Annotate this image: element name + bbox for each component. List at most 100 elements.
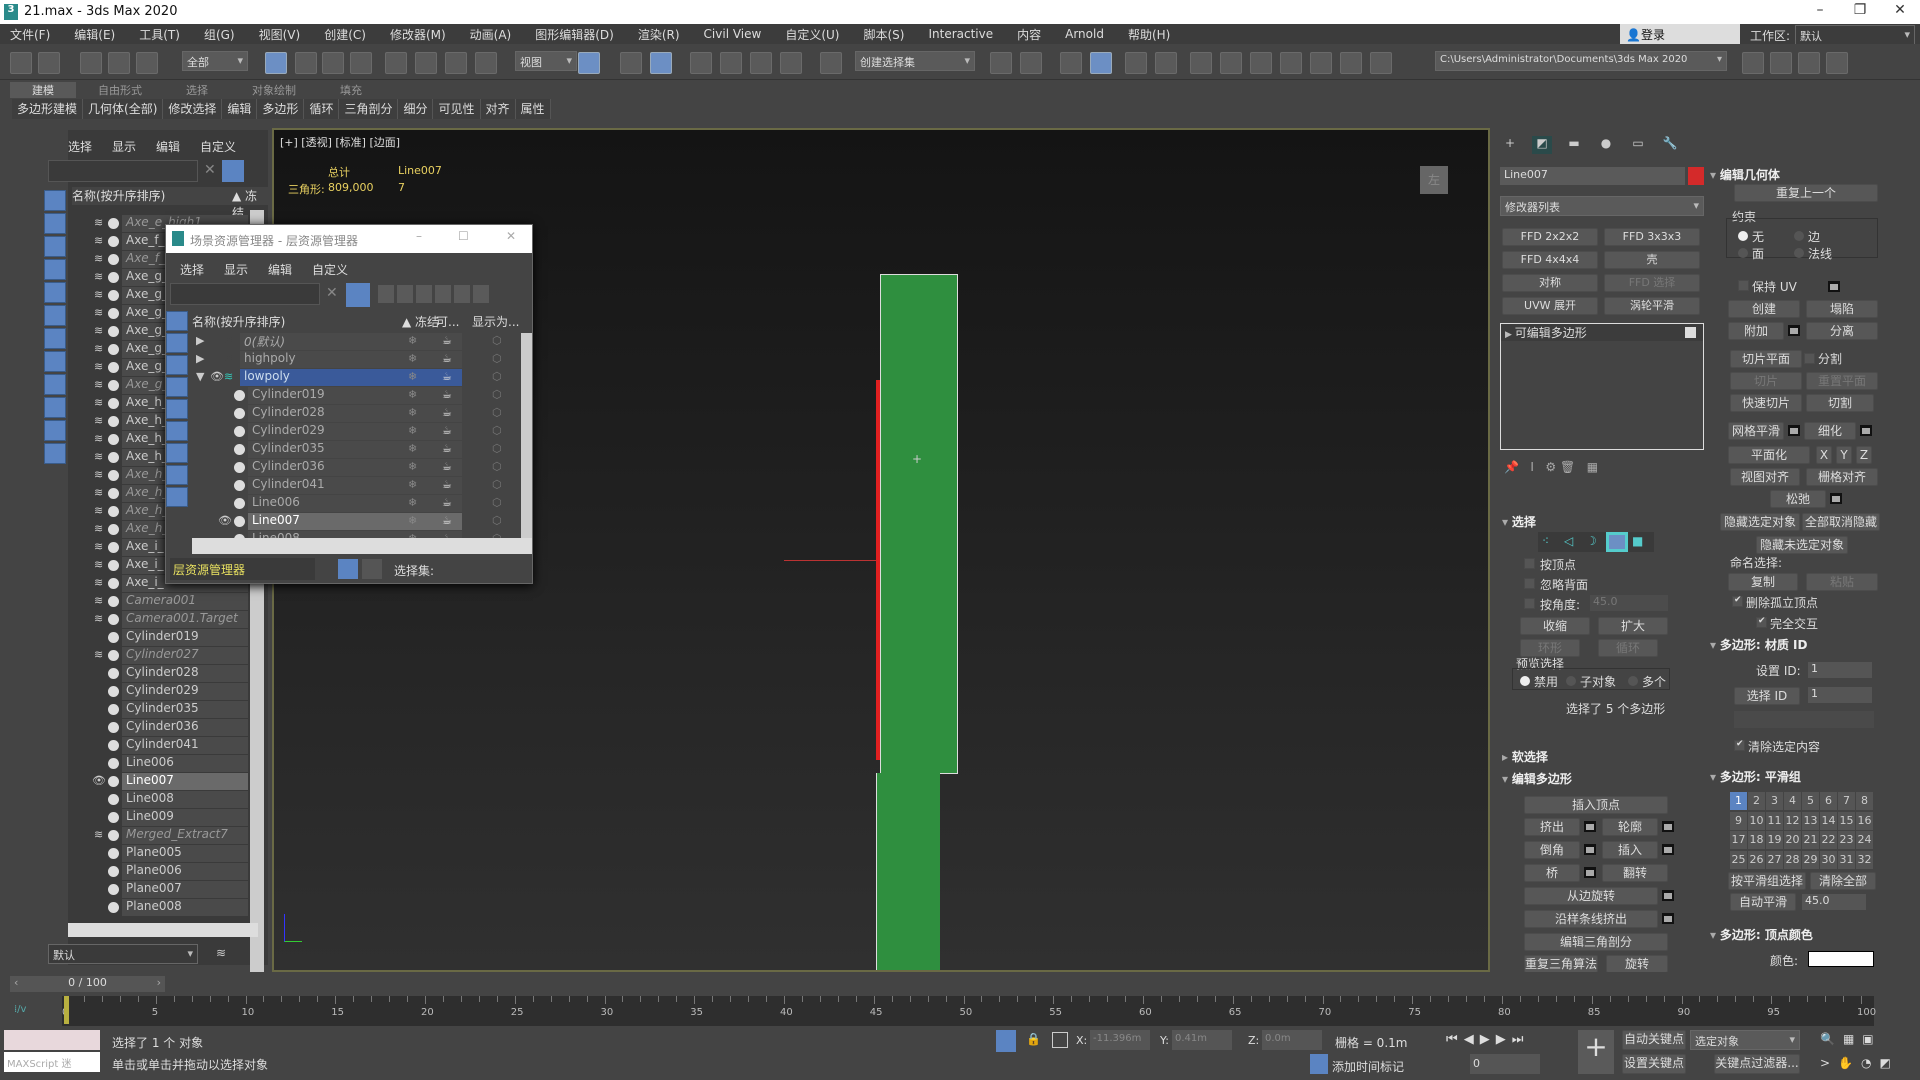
preview-subobject-radio[interactable]	[1566, 676, 1576, 686]
menu-item[interactable]: 组(G)	[204, 26, 235, 43]
dialog-titlebar[interactable]: 场景资源管理器 - 层资源管理器 – ☐ ✕	[166, 225, 532, 253]
hinge-settings-icon[interactable]	[1662, 890, 1674, 901]
display-box-icon[interactable]: ⬡	[492, 334, 502, 347]
hinge-button[interactable]: 从边旋转	[1524, 887, 1658, 905]
sort-by-hierarchy-icon[interactable]	[362, 559, 382, 579]
ribbon-tab[interactable]: 选择	[164, 82, 230, 98]
by-angle-checkbox[interactable]	[1524, 598, 1535, 609]
scene-object-row[interactable]: Line008	[88, 791, 248, 809]
smoothing-group-22-button[interactable]: 22	[1820, 831, 1837, 849]
freeze-icon[interactable]: ❄	[408, 424, 417, 437]
freeze-icon[interactable]: ❄	[408, 514, 417, 527]
lock-icon[interactable]	[378, 285, 394, 303]
smoothing-group-21-button[interactable]: 21	[1802, 831, 1819, 849]
smoothing-group-4-button[interactable]: 4	[1784, 792, 1801, 810]
border-level-icon[interactable]: ☽	[1586, 534, 1597, 548]
rollout-edit-polygons[interactable]: 编辑多边形	[1502, 770, 1572, 787]
sort-by-layer-icon[interactable]	[338, 559, 358, 579]
manipulate-icon[interactable]	[620, 52, 642, 74]
layer-search-input[interactable]	[170, 283, 320, 305]
tessellate-settings-icon[interactable]	[1860, 425, 1872, 436]
smoothing-group-20-button[interactable]: 20	[1784, 831, 1801, 849]
paste-button[interactable]: 粘贴	[1806, 573, 1878, 591]
bevel-button[interactable]: 倒角	[1524, 841, 1580, 859]
menu-item[interactable]: 文件(F)	[10, 26, 50, 43]
layer-explorer-icon[interactable]	[1060, 52, 1082, 74]
layers-icon[interactable]: ≋	[216, 946, 226, 960]
ribbon-item[interactable]: 编辑	[222, 99, 258, 119]
bevel-settings-icon[interactable]	[1584, 844, 1596, 855]
make-planar-button[interactable]: 平面化	[1728, 446, 1810, 464]
viewport-label-menu[interactable]: [+] [透视] [标准] [边面]	[280, 134, 400, 150]
layer-row[interactable]: ▶ ≋ highpoly ❄ ☕ ⬡	[192, 351, 522, 369]
ribbon-item[interactable]: 可见性	[433, 99, 481, 119]
zoom-icon[interactable]: 🔍	[1820, 1032, 1843, 1046]
ribbon-tab[interactable]: 填充	[318, 82, 384, 98]
minimize-button[interactable]: –	[1800, 2, 1840, 18]
collapse-button[interactable]: 塌陷	[1806, 300, 1878, 318]
filter-icon[interactable]	[346, 283, 370, 307]
layer-dropdown[interactable]: 默认	[48, 944, 198, 964]
grow-button[interactable]: 扩大	[1598, 617, 1668, 635]
relax-settings-icon[interactable]	[1830, 493, 1842, 504]
scene-object-row[interactable]: Line009	[88, 809, 248, 827]
angle-snap-icon[interactable]	[720, 52, 742, 74]
shrink-button[interactable]: 收缩	[1520, 617, 1590, 635]
retri-button[interactable]: 重复三角算法	[1524, 955, 1598, 973]
show-end-result-icon[interactable]: Ⅰ	[1530, 460, 1534, 474]
explorer-filter-icon[interactable]	[44, 374, 66, 395]
edge-level-icon[interactable]: ◁	[1564, 534, 1573, 548]
ribbon-item[interactable]: 修改选择	[163, 99, 223, 119]
render-teapot-icon[interactable]: ☕	[442, 478, 452, 491]
layer-row[interactable]: Cylinder041 ❄ ☕ ⬡	[192, 477, 522, 495]
snap-3d-icon[interactable]	[690, 52, 712, 74]
split-checkbox[interactable]	[1804, 353, 1815, 364]
clear-search-icon[interactable]: ✕	[204, 162, 216, 178]
smoothing-group-17-button[interactable]: 17	[1730, 831, 1747, 849]
maxscript-mini-listener[interactable]: MAXScript 迷	[4, 1052, 100, 1072]
create-button[interactable]: 创建	[1728, 300, 1800, 318]
menu-item[interactable]: 图形编辑器(D)	[535, 26, 614, 43]
modifier-button[interactable]: 对称	[1502, 274, 1598, 292]
menu-item[interactable]: 工具(T)	[139, 26, 180, 43]
create-tab-icon[interactable]: +	[1500, 136, 1520, 154]
constraint-normal-radio[interactable]	[1794, 248, 1804, 258]
unlink-icon[interactable]	[108, 52, 130, 74]
layer-row[interactable]: Cylinder029 ❄ ☕ ⬡	[192, 423, 522, 441]
explorer-filter-icon[interactable]	[44, 397, 66, 418]
display-box-icon[interactable]: ⬡	[492, 460, 502, 473]
maximize-button[interactable]: ❐	[1840, 2, 1880, 18]
y-coordinate-field[interactable]: 0.41m	[1172, 1030, 1232, 1050]
render-cloud-icon[interactable]	[1340, 52, 1362, 74]
display-box-icon[interactable]: ⬡	[492, 406, 502, 419]
preview-off-radio[interactable]	[1520, 676, 1530, 686]
hierarchy-tab-icon[interactable]: ▬	[1564, 136, 1584, 154]
project-tool-icon[interactable]	[1798, 52, 1820, 74]
scale-icon[interactable]	[445, 52, 467, 74]
freeze-icon[interactable]: ❄	[408, 496, 417, 509]
explorer-filter-icon[interactable]	[44, 420, 66, 441]
tessellate-button[interactable]: 细化	[1804, 422, 1856, 440]
layer-row[interactable]: Cylinder036 ❄ ☕ ⬡	[192, 459, 522, 477]
smoothing-group-30-button[interactable]: 30	[1820, 850, 1837, 869]
render-iterative-icon[interactable]	[1310, 52, 1332, 74]
slice-button[interactable]: 切片	[1730, 372, 1802, 390]
smoothing-group-32-button[interactable]: 32	[1856, 850, 1873, 869]
visibility-eye-icon[interactable]: 👁	[210, 370, 224, 383]
modifier-button[interactable]: FFD 3x3x3	[1604, 228, 1700, 246]
dialog-close-button[interactable]: ✕	[506, 229, 516, 243]
menu-item[interactable]: Arnold	[1065, 27, 1104, 41]
scene-object-row[interactable]: ≋ Merged_Extract7	[88, 827, 248, 845]
undo-icon[interactable]	[10, 52, 32, 74]
select-by-sg-button[interactable]: 按平滑组选择	[1728, 872, 1806, 890]
render-teapot-icon[interactable]: ☕	[442, 388, 452, 401]
modify-tab-icon[interactable]: ◩	[1532, 136, 1552, 154]
scene-object-row[interactable]: ≋ Camera001.Target	[88, 611, 248, 629]
smoothing-group-29-button[interactable]: 29	[1802, 850, 1819, 869]
redo-icon[interactable]	[38, 52, 60, 74]
column-name-header[interactable]: 名称(按升序排序)	[72, 189, 165, 203]
smoothing-group-5-button[interactable]: 5	[1802, 792, 1819, 810]
freeze-icon[interactable]: ❄	[408, 388, 417, 401]
freeze-icon[interactable]: ❄	[408, 478, 417, 491]
view-align-button[interactable]: 视图对齐	[1730, 468, 1800, 486]
